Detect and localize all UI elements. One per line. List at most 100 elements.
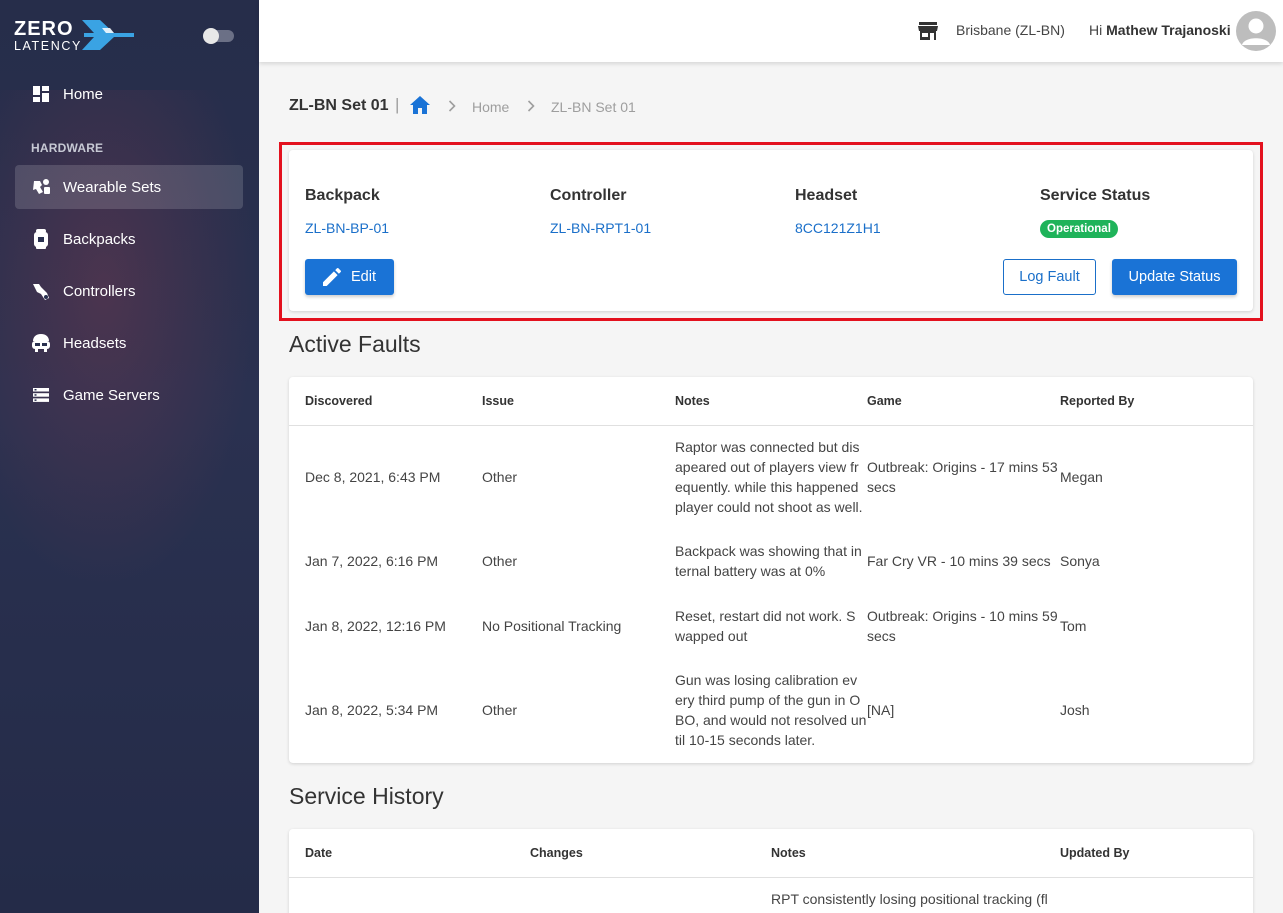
user-name: Mathew Trajanoski xyxy=(1106,22,1231,38)
sidebar-item-game-servers[interactable]: Game Servers xyxy=(15,373,243,417)
column-header-issue[interactable]: Issue xyxy=(482,394,514,408)
notes-line: apeared out of players view fr xyxy=(675,459,859,475)
column-header-updated-by[interactable]: Updated By xyxy=(1060,846,1129,860)
wearable-sets-icon xyxy=(31,177,51,197)
sidebar-item-wearable-sets[interactable]: Wearable Sets xyxy=(15,165,243,209)
backpack-link[interactable]: ZL-BN-BP-01 xyxy=(305,220,389,236)
cell-game: Outbreak: Origins - 10 mins 59 secs xyxy=(867,606,1058,646)
game-line: secs xyxy=(867,628,896,644)
header-divider xyxy=(289,425,1253,426)
cell-notes: Raptor was connected but dis apeared out… xyxy=(675,437,863,517)
backpack-heading: Backpack xyxy=(305,187,380,204)
theme-toggle[interactable] xyxy=(203,28,234,44)
cell-notes: RPT consistently losing positional track… xyxy=(771,891,1048,907)
column-header-reported-by[interactable]: Reported By xyxy=(1060,394,1134,408)
home-icon[interactable] xyxy=(410,96,430,114)
column-header-discovered[interactable]: Discovered xyxy=(305,394,372,408)
chevron-right-icon xyxy=(448,100,456,112)
logo-line-2: LATENCY xyxy=(14,39,82,53)
game-line: Outbreak: Origins - 10 mins 59 xyxy=(867,608,1058,624)
sidebar-item-label: Headsets xyxy=(63,334,127,352)
logo-line-1: ZERO xyxy=(14,18,74,40)
notes-line: equently. while this happened xyxy=(675,479,859,495)
cell-discovered: Dec 8, 2021, 6:43 PM xyxy=(305,469,441,485)
notes-line: Gun was losing calibration ev xyxy=(675,672,858,688)
cell-notes: Reset, restart did not work. S wapped ou… xyxy=(675,606,856,646)
service-history-title: Service History xyxy=(289,783,444,809)
column-header-changes[interactable]: Changes xyxy=(530,846,583,860)
column-header-notes[interactable]: Notes xyxy=(771,846,806,860)
game-line: Far Cry VR - 10 mins 39 secs xyxy=(867,553,1051,569)
backpack-icon xyxy=(31,229,51,249)
game-line: [NA] xyxy=(867,702,895,718)
headset-heading: Headset xyxy=(795,187,858,204)
cell-reported-by: Tom xyxy=(1060,618,1087,634)
user-greeting: Hi Mathew Trajanoski xyxy=(1089,22,1231,38)
user-avatar-icon xyxy=(1242,18,1270,45)
cell-reported-by: Josh xyxy=(1060,702,1090,718)
column-header-notes[interactable]: Notes xyxy=(675,394,710,408)
cell-reported-by: Megan xyxy=(1060,469,1103,485)
notes-line: Backpack was showing that in xyxy=(675,543,862,559)
cell-issue: Other xyxy=(482,469,518,485)
cell-discovered: Jan 8, 2022, 12:16 PM xyxy=(305,618,446,634)
sidebar-item-backpacks[interactable]: Backpacks xyxy=(15,217,243,261)
notes-line: BO, and would not resolved un xyxy=(675,712,867,728)
notes-line: til 10-15 seconds later. xyxy=(675,732,816,748)
cell-issue: No Positional Tracking xyxy=(482,618,622,634)
zero-latency-logo[interactable]: ZERO LATENCY xyxy=(14,18,139,54)
notes-line: player could not shoot as well. xyxy=(675,499,863,515)
sidebar-item-headsets[interactable]: Headsets xyxy=(15,321,243,365)
notes-line: ternal battery was at 0% xyxy=(675,563,826,579)
dashboard-icon xyxy=(31,84,51,104)
cell-issue: Other xyxy=(482,702,518,718)
controller-icon xyxy=(31,281,51,301)
service-history-table: Date Changes Notes Updated By RPT consis… xyxy=(289,829,1253,913)
store-icon xyxy=(918,22,938,40)
update-status-button[interactable]: Update Status xyxy=(1112,259,1237,295)
service-status-heading: Service Status xyxy=(1040,187,1151,204)
notes-line: Raptor was connected but dis xyxy=(675,439,860,455)
controller-heading: Controller xyxy=(550,187,627,204)
greeting-prefix: Hi xyxy=(1089,22,1103,38)
cell-game: Far Cry VR - 10 mins 39 secs xyxy=(867,551,1051,571)
server-icon xyxy=(31,385,51,405)
page-title: ZL-BN Set 01 xyxy=(289,97,389,114)
notes-line: Reset, restart did not work. S xyxy=(675,608,856,624)
headset-link[interactable]: 8CC121Z1H1 xyxy=(795,220,881,236)
title-separator: | xyxy=(395,95,400,114)
cell-notes: Gun was losing calibration ev ery third … xyxy=(675,670,866,750)
column-header-date[interactable]: Date xyxy=(305,846,332,860)
notes-line: wapped out xyxy=(675,628,748,644)
sidebar-item-controllers[interactable]: Controllers xyxy=(15,269,243,313)
sidebar-section-hardware: HARDWARE xyxy=(31,141,104,155)
avatar[interactable] xyxy=(1236,11,1276,51)
sidebar-item-label: Game Servers xyxy=(63,386,160,404)
game-line: secs xyxy=(867,479,896,495)
controller-link[interactable]: ZL-BN-RPT1-01 xyxy=(550,220,651,236)
cell-game: [NA] xyxy=(867,700,894,720)
cell-issue: Other xyxy=(482,553,518,569)
headset-icon xyxy=(31,333,51,353)
edit-button-label: Edit xyxy=(351,269,376,285)
active-faults-table: Discovered Issue Notes Game Reported By … xyxy=(289,377,1253,763)
breadcrumb-home[interactable]: Home xyxy=(472,99,509,115)
game-line: Outbreak: Origins - 17 mins 53 xyxy=(867,459,1058,475)
column-header-game[interactable]: Game xyxy=(867,394,902,408)
status-badge: Operational xyxy=(1040,220,1118,238)
cell-game: Outbreak: Origins - 17 mins 53 secs xyxy=(867,457,1058,497)
sidebar-item-label: Wearable Sets xyxy=(63,178,162,196)
edit-button[interactable]: Edit xyxy=(305,259,394,295)
notes-line: ery third pump of the gun in O xyxy=(675,692,861,708)
chevron-right-icon xyxy=(527,100,535,112)
log-fault-button[interactable]: Log Fault xyxy=(1003,259,1096,295)
sidebar-item-label: Backpacks xyxy=(63,230,136,248)
cell-reported-by: Sonya xyxy=(1060,553,1100,569)
cell-discovered: Jan 7, 2022, 6:16 PM xyxy=(305,553,439,569)
sidebar-item-label: Controllers xyxy=(63,282,136,300)
toggle-knob xyxy=(203,28,219,44)
pencil-icon xyxy=(323,268,341,286)
header-divider xyxy=(289,877,1253,878)
sidebar-item-home[interactable]: Home xyxy=(15,72,243,116)
location-label[interactable]: Brisbane (ZL-BN) xyxy=(956,22,1065,38)
